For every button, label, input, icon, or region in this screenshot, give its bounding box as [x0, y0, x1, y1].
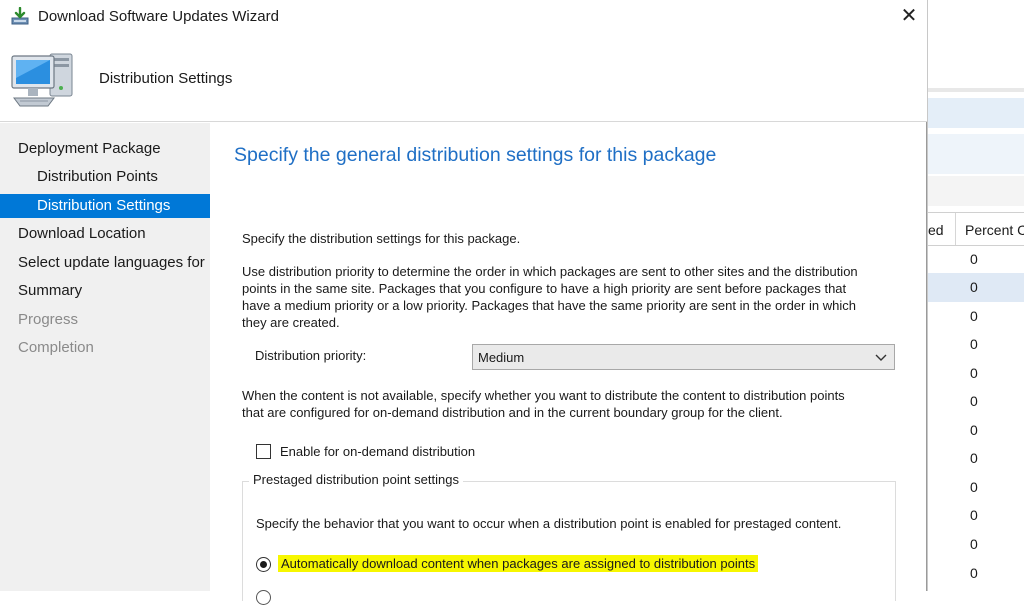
priority-dropdown[interactable]: Medium	[472, 344, 895, 370]
sidebar-item-deployment-package[interactable]: Deployment Package	[0, 137, 210, 161]
table-row[interactable]: 0	[928, 330, 1024, 359]
priority-description-line: have a medium priority or a low priority…	[242, 298, 856, 313]
background-app-window: ed Percent C 0 0 0 0 0 0 0 0 0 0 0 0	[927, 0, 1024, 591]
table-row[interactable]: 0	[928, 273, 1024, 302]
ondemand-checkbox-label[interactable]: Enable for on-demand distribution	[280, 444, 475, 459]
ondemand-checkbox[interactable]	[256, 444, 271, 459]
column-header[interactable]: ed	[928, 222, 944, 238]
prestaged-settings-group	[242, 481, 896, 601]
sidebar-item-completion: Completion	[18, 339, 94, 356]
table-row[interactable]: 0	[928, 302, 1024, 331]
radio-button[interactable]	[256, 557, 271, 572]
prestaged-description: Specify the behavior that you want to oc…	[256, 516, 842, 531]
priority-label: Distribution priority:	[255, 348, 367, 363]
prestaged-option-label[interactable]: Automatically download content when pack…	[278, 555, 759, 572]
computer-icon	[10, 48, 76, 110]
close-icon[interactable]: ✕	[896, 3, 922, 29]
wizard-banner: Distribution Settings	[0, 32, 927, 122]
banner-page-heading: Distribution Settings	[99, 70, 233, 87]
sidebar-item-distribution-settings[interactable]: Distribution Settings	[0, 194, 210, 218]
intro-text: Specify the distribution settings for th…	[242, 231, 521, 246]
ondemand-description-line: that are configured for on-demand distri…	[242, 405, 783, 420]
wizard-sidebar: Deployment Package Distribution Points D…	[0, 123, 210, 591]
priority-description-line: Use distribution priority to determine t…	[242, 264, 858, 279]
priority-description-line: points in the same site. Packages that y…	[242, 281, 847, 296]
table-row[interactable]: 0	[928, 245, 1024, 274]
column-header-percent[interactable]: Percent C	[965, 222, 1024, 238]
priority-description-line: they are created.	[242, 315, 340, 330]
prestaged-group-title: Prestaged distribution point settings	[249, 472, 463, 487]
table-row[interactable]: 0	[928, 473, 1024, 502]
page-title: Specify the general distribution setting…	[234, 144, 717, 166]
wizard-content: Specify the general distribution setting…	[212, 123, 926, 605]
table-row[interactable]: 0	[928, 559, 1024, 588]
table-row[interactable]: 0	[928, 416, 1024, 445]
window-title: Download Software Updates Wizard	[38, 8, 279, 25]
wizard-window: Download Software Updates Wizard ✕ Distr…	[0, 0, 927, 605]
chevron-down-icon	[874, 348, 888, 366]
table-row[interactable]: 0	[928, 501, 1024, 530]
sidebar-item-progress: Progress	[18, 311, 79, 328]
background-table-header: ed Percent C	[928, 212, 1024, 246]
table-row[interactable]: 0	[928, 444, 1024, 473]
ondemand-description-line: When the content is not available, speci…	[242, 388, 845, 403]
sidebar-item-summary[interactable]: Summary	[0, 279, 210, 303]
table-row[interactable]: 0	[928, 359, 1024, 388]
table-row[interactable]: 0	[928, 387, 1024, 416]
radio-button[interactable]	[256, 590, 271, 605]
sidebar-item-select-languages[interactable]: Select update languages for	[0, 251, 210, 275]
sidebar-item-distribution-points[interactable]: Distribution Points	[0, 165, 210, 189]
table-row[interactable]: 0	[928, 530, 1024, 559]
title-bar[interactable]: Download Software Updates Wizard ✕	[0, 0, 927, 32]
priority-selected-value: Medium	[478, 350, 525, 365]
download-wizard-icon	[11, 6, 29, 25]
sidebar-item-download-location[interactable]: Download Location	[0, 222, 210, 246]
